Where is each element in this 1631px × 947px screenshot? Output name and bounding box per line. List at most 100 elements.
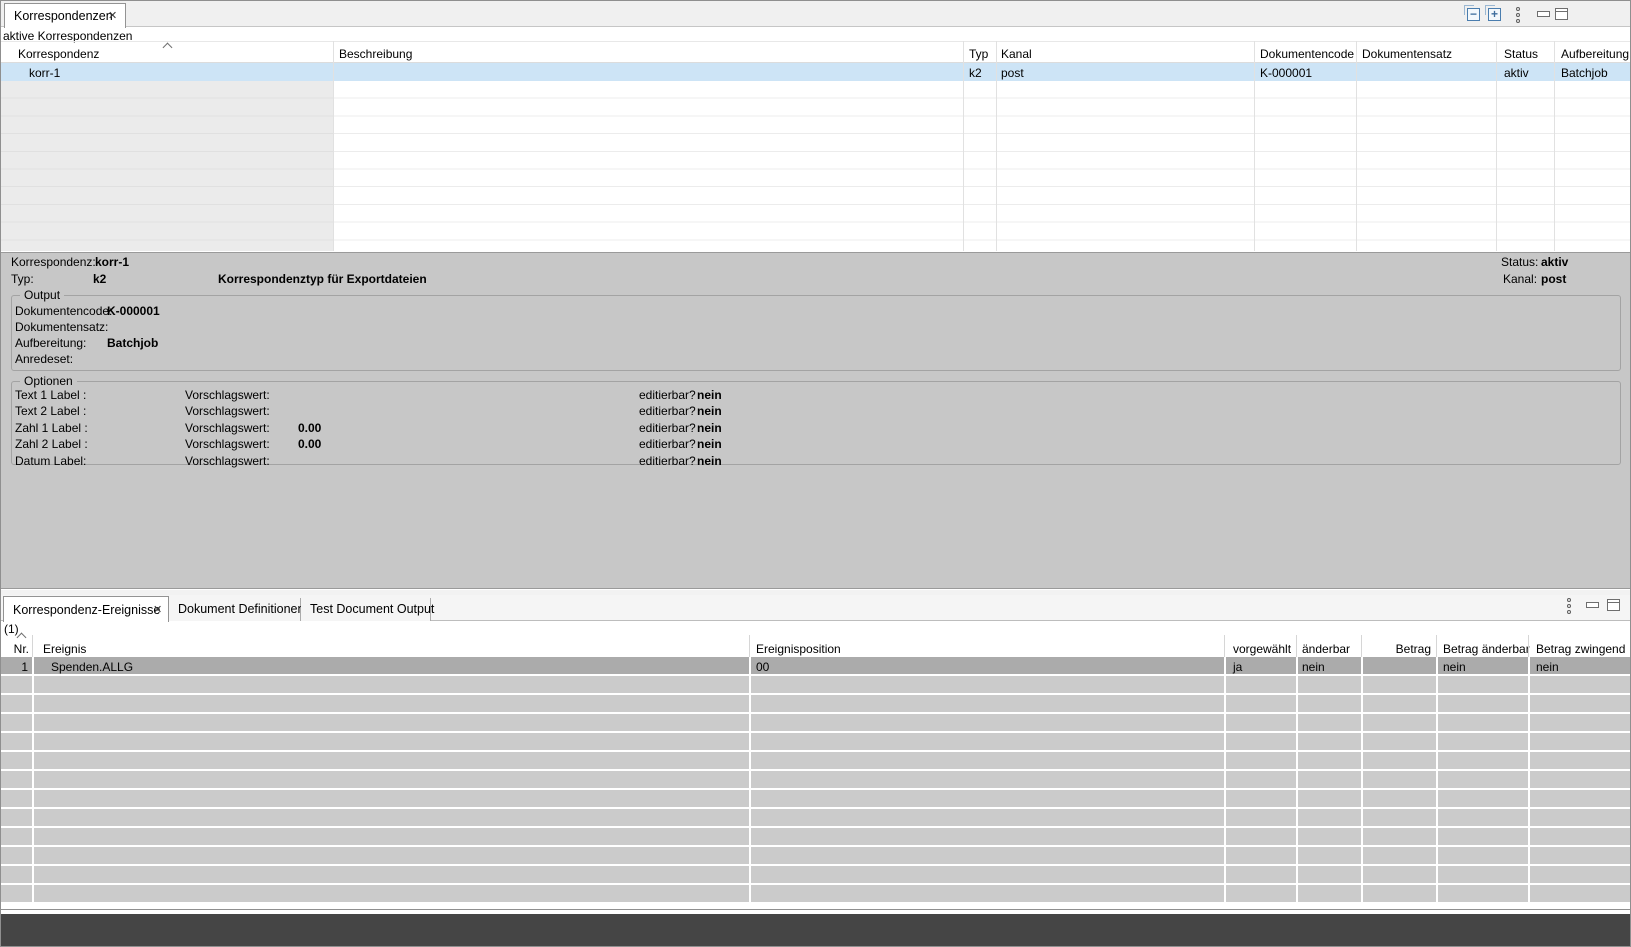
column-header-ereignisposition[interactable]: Ereignisposition — [756, 642, 841, 656]
vorschlagswert-label: Vorschlagswert: — [185, 404, 270, 418]
vorschlagswert-label: Vorschlagswert: — [185, 437, 270, 451]
editierbar-value: nein — [697, 404, 722, 418]
header-top-line — [1, 41, 1631, 42]
collapse-all-icon[interactable]: − — [1467, 8, 1480, 21]
detail-kanal-value: post — [1541, 272, 1566, 286]
editierbar-label: editierbar? — [639, 421, 696, 435]
cell-dokumentencode[interactable]: K-000001 — [1260, 66, 1312, 80]
cell-aenderbar[interactable]: nein — [1302, 660, 1325, 674]
cell-betrag-aenderbar[interactable]: nein — [1443, 660, 1466, 674]
tab-korrespondenz-ereignisse[interactable]: Korrespondenz-Ereignisse ✕ — [3, 596, 169, 622]
grid-line — [749, 657, 751, 904]
table-row-selected[interactable] — [1, 63, 1631, 81]
tab-dokument-definitionen-label: Dokument Definitionen — [178, 602, 304, 616]
column-header-betrag[interactable]: Betrag — [1361, 642, 1431, 656]
editierbar-label: editierbar? — [639, 437, 696, 451]
column-header-vorgewaehlt[interactable]: vorgewählt — [1233, 642, 1291, 656]
editierbar-label: editierbar? — [639, 454, 696, 468]
close-icon[interactable]: ✕ — [108, 9, 117, 22]
cell-typ[interactable]: k2 — [969, 66, 982, 80]
cell-kanal[interactable]: post — [1001, 66, 1024, 80]
grid-line — [1224, 657, 1226, 904]
vorschlagswert-label: Vorschlagswert: — [185, 454, 270, 468]
optionen-group-title: Optionen — [20, 374, 77, 388]
detail-kanal-label: Kanal: — [1503, 272, 1537, 286]
option-label: Text 2 Label : — [15, 404, 86, 418]
cell-korrespondenz[interactable]: korr-1 — [29, 66, 60, 80]
tab-korrespondenz-ereignisse-label: Korrespondenz-Ereignisse — [13, 603, 160, 617]
grid-line — [1254, 41, 1255, 251]
tab-test-document-output[interactable]: Test Document Output — [301, 598, 431, 621]
detail-korrespondenz-label: Korrespondenz: — [11, 255, 96, 269]
tab-korrespondenzen-label: Korrespondenzen — [14, 9, 113, 23]
minimize-icon[interactable] — [1537, 11, 1550, 17]
maximize-icon[interactable] — [1607, 599, 1620, 611]
sort-ascending-icon — [17, 633, 27, 643]
output-group-title: Output — [20, 288, 64, 302]
grid-line — [1436, 635, 1437, 657]
column-header-status[interactable]: Status — [1504, 47, 1538, 61]
detail-status-value: aktiv — [1541, 255, 1568, 269]
editierbar-value: nein — [697, 454, 722, 468]
column-header-dokumentensatz[interactable]: Dokumentensatz — [1362, 47, 1452, 61]
column-header-aenderbar[interactable]: änderbar — [1302, 642, 1350, 656]
column-header-typ[interactable]: Typ — [969, 47, 988, 61]
grid-line — [32, 657, 34, 904]
cell-status[interactable]: aktiv — [1504, 66, 1529, 80]
grid-line — [1554, 41, 1555, 251]
cell-betrag-zwingend[interactable]: nein — [1536, 660, 1559, 674]
option-label: Text 1 Label : — [15, 388, 86, 402]
column-header-betrag-aenderbar[interactable]: Betrag änderbar — [1443, 642, 1530, 656]
cell-vorgewaehlt[interactable]: ja — [1233, 660, 1242, 674]
cell-ereignisposition[interactable]: 00 — [756, 660, 769, 674]
editierbar-value: nein — [697, 388, 722, 402]
editierbar-label: editierbar? — [639, 388, 696, 402]
view-menu-icon[interactable] — [1516, 7, 1521, 25]
column-header-nr[interactable]: Nr. — [1, 642, 29, 656]
detail-korrespondenz-value: korr-1 — [95, 255, 129, 269]
editierbar-label: editierbar? — [639, 404, 696, 418]
table-row-selected[interactable] — [1, 657, 1631, 674]
cell-nr[interactable]: 1 — [1, 660, 28, 674]
close-icon[interactable]: ✕ — [153, 603, 162, 616]
view-menu-icon[interactable] — [1567, 598, 1572, 616]
column-header-dokumentencode[interactable]: Dokumentencode — [1260, 47, 1354, 61]
column-header-korrespondenz[interactable]: Korrespondenz — [18, 47, 99, 61]
column-header-kanal[interactable]: Kanal — [1001, 47, 1032, 61]
cell-aufbereitung[interactable]: Batchjob — [1561, 66, 1608, 80]
option-label: Datum Label: — [15, 454, 86, 468]
column-header-beschreibung[interactable]: Beschreibung — [339, 47, 412, 61]
editierbar-value: nein — [697, 421, 722, 435]
expand-all-icon[interactable]: + — [1488, 8, 1501, 21]
grid-line — [1496, 41, 1497, 251]
anredeset-label: Anredeset: — [15, 352, 73, 366]
detail-typ-value: k2 — [93, 272, 106, 286]
grid-line — [32, 635, 33, 657]
grid-line — [1361, 635, 1362, 657]
column-header-ereignis[interactable]: Ereignis — [43, 642, 86, 656]
detail-panel: Korrespondenz: korr-1 Status: aktiv Typ:… — [1, 252, 1631, 589]
grid-line — [1296, 657, 1298, 904]
grid-line — [1436, 657, 1438, 904]
tab-korrespondenzen[interactable]: Korrespondenzen ✕ — [4, 3, 126, 28]
grid-line — [1356, 41, 1357, 251]
detail-status-label: Status: — [1501, 255, 1538, 269]
aufbereitung-label: Aufbereitung: — [15, 336, 86, 350]
maximize-icon[interactable] — [1555, 8, 1568, 20]
minimize-icon[interactable] — [1586, 602, 1599, 608]
grid-line — [963, 41, 964, 251]
column-header-aufbereitung[interactable]: Aufbereitung — [1561, 47, 1629, 61]
tab-dokument-definitionen[interactable]: Dokument Definitionen — [169, 598, 301, 621]
grid-line — [1361, 657, 1363, 904]
table-empty-rows — [1, 676, 1631, 904]
grid-line — [333, 41, 334, 251]
row-count: (1) — [4, 622, 19, 636]
column-header-betrag-zwingend[interactable]: Betrag zwingend — [1536, 642, 1625, 656]
cell-ereignis[interactable]: Spenden.ALLG — [51, 660, 133, 674]
detail-typ-description: Korrespondenztyp für Exportdateien — [218, 272, 427, 286]
sort-ascending-icon — [163, 43, 173, 53]
bottom-dark-strip — [1, 914, 1631, 947]
vorschlagswert-label: Vorschlagswert: — [185, 388, 270, 402]
vorschlagswert-value: 0.00 — [298, 437, 321, 451]
top-tab-bar: Korrespondenzen ✕ − + — [1, 1, 1631, 27]
